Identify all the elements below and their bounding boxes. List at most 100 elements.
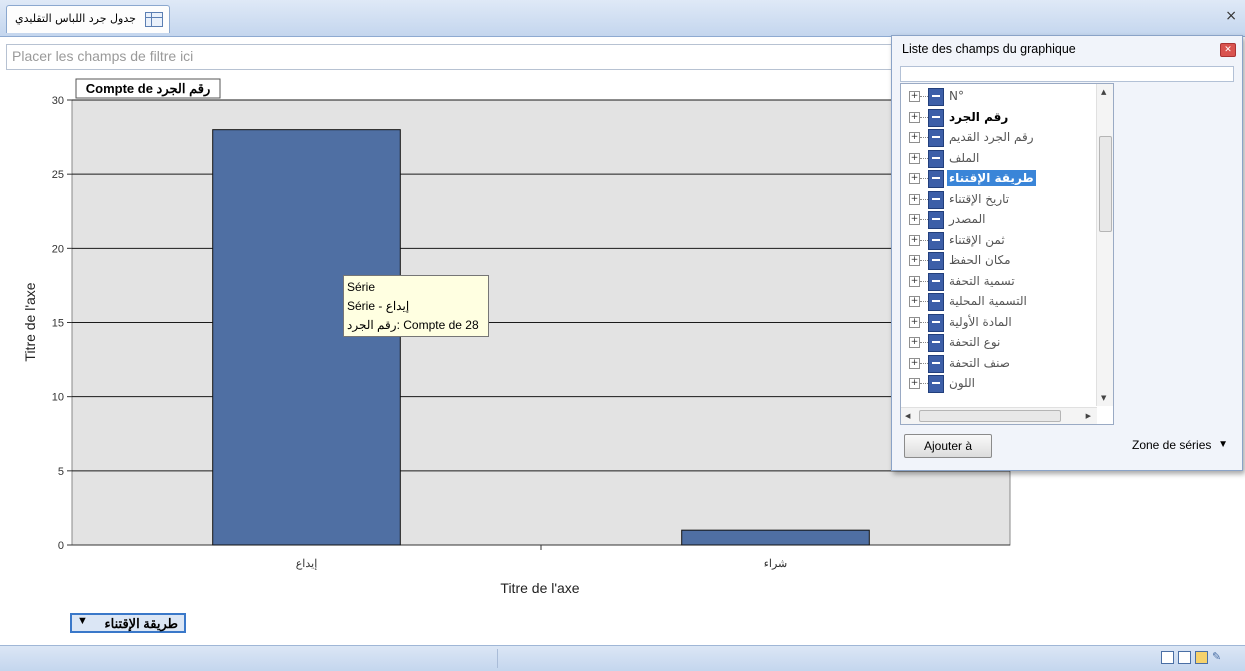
y-tick-label: 25 xyxy=(52,169,64,181)
zone-select[interactable]: Zone de séries ▼ xyxy=(1128,434,1232,456)
field-list-item[interactable]: + طريقة الإقتناء xyxy=(909,169,1099,189)
field-list-item[interactable]: + اللون xyxy=(909,374,1099,394)
field-list-item[interactable]: + صنف التحفة xyxy=(909,354,1099,374)
vertical-scroll-thumb[interactable] xyxy=(1099,136,1112,232)
field-label: المصدر xyxy=(949,212,986,226)
tree-connector xyxy=(920,239,928,241)
expand-icon[interactable]: + xyxy=(909,296,920,307)
field-list-item[interactable]: + المصدر xyxy=(909,210,1099,230)
expand-icon[interactable]: + xyxy=(909,214,920,225)
pivot-chart-view-icon[interactable] xyxy=(1195,651,1208,664)
field-list-item[interactable]: + رقم الجرد القديم xyxy=(909,128,1099,148)
field-list-title: Liste des champs du graphique xyxy=(902,42,1076,56)
tree-connector xyxy=(920,321,928,323)
status-bar: ✎ xyxy=(0,645,1245,671)
scroll-down-icon[interactable]: ▼ xyxy=(1101,394,1106,402)
add-to-button[interactable]: Ajouter à xyxy=(904,434,992,458)
tree-connector xyxy=(920,342,928,343)
y-tick-label: 10 xyxy=(52,392,64,404)
field-icon xyxy=(928,190,944,209)
tree-connector xyxy=(920,157,928,159)
zone-select-value: Zone de séries xyxy=(1132,438,1212,452)
bar[interactable] xyxy=(681,529,870,546)
tree-connector xyxy=(920,116,928,118)
y-tick-label: 20 xyxy=(52,243,64,255)
y-tick-label: 0 xyxy=(58,540,64,552)
field-list-item[interactable]: + N° xyxy=(909,87,1099,107)
expand-icon[interactable]: + xyxy=(909,111,920,123)
status-separator xyxy=(497,649,498,668)
field-icon xyxy=(928,170,944,188)
datasheet-view-icon[interactable] xyxy=(1161,651,1174,664)
y-tick-label: 15 xyxy=(52,318,64,330)
expand-icon[interactable]: + xyxy=(909,173,920,184)
field-list-panel: Liste des champs du graphique ✕ + اللون + ص… xyxy=(891,35,1243,471)
chart-title: رقم الجرد Compte de xyxy=(86,81,210,97)
y-axis-title: Titre de l'axe xyxy=(22,282,38,361)
document-tab[interactable]: جدول جرد اللباس التقليدي xyxy=(6,5,170,33)
filter-drop-zone[interactable]: Placer les champs de filtre ici xyxy=(6,44,908,70)
field-list-item[interactable]: + رقم الجرد xyxy=(909,108,1099,128)
horizontal-scrollbar[interactable]: ◀ ▶ xyxy=(901,407,1097,424)
expand-icon[interactable]: + xyxy=(909,357,920,369)
field-list-item[interactable]: + تسمية التحفة xyxy=(909,272,1099,292)
expand-icon[interactable]: + xyxy=(909,378,920,389)
scroll-up-icon[interactable]: ▲ xyxy=(1101,88,1106,96)
tooltip-value: رقم الجرد: Compte de 28 xyxy=(347,318,479,332)
scroll-left-icon[interactable]: ◀ xyxy=(905,412,910,420)
expand-icon[interactable]: + xyxy=(909,193,920,205)
horizontal-scroll-thumb[interactable] xyxy=(919,410,1061,422)
field-label: اللون xyxy=(949,376,975,390)
tooltip-series: Série xyxy=(347,280,376,294)
expand-icon[interactable]: + xyxy=(909,91,920,102)
field-label: طريقة الإقتناء xyxy=(947,170,1036,186)
y-tick-label: 30 xyxy=(52,95,64,107)
field-icon xyxy=(928,88,944,106)
expand-icon[interactable]: + xyxy=(909,255,920,266)
tree-connector xyxy=(920,362,928,364)
field-list-item[interactable]: + التسمية المحلية xyxy=(909,292,1099,312)
scroll-right-icon[interactable]: ▶ xyxy=(1086,412,1091,420)
bar[interactable] xyxy=(212,129,401,546)
field-label: N° xyxy=(949,89,964,103)
expand-icon[interactable]: + xyxy=(909,152,920,164)
pivot-table-view-icon[interactable] xyxy=(1178,651,1191,664)
expand-icon[interactable]: + xyxy=(909,337,920,348)
chart-tooltip: Série Série - إيداع رقم الجرد: Compte de… xyxy=(343,275,489,337)
field-list-item[interactable]: + المادة الأولية xyxy=(909,313,1099,333)
field-label: نوع التحفة xyxy=(949,335,1001,349)
field-label: تسمية التحفة xyxy=(949,273,1015,288)
field-icon xyxy=(928,129,944,147)
tree-connector xyxy=(920,301,928,302)
close-document-button[interactable]: × xyxy=(1225,8,1237,24)
tree-connector xyxy=(920,260,928,261)
expand-icon[interactable]: + xyxy=(909,275,920,287)
tooltip-category: Série - إيداع xyxy=(347,299,410,313)
field-icon xyxy=(928,272,944,291)
filter-zone-placeholder: Placer les champs de filtre ici xyxy=(12,48,194,64)
expand-icon[interactable]: + xyxy=(909,234,920,246)
expand-icon[interactable]: + xyxy=(909,132,920,143)
field-icon xyxy=(928,252,944,270)
tree-connector xyxy=(920,96,928,97)
field-list-item[interactable]: + ثمن الإقتناء xyxy=(909,231,1099,251)
field-list-item[interactable]: + مكان الحفظ xyxy=(909,251,1099,271)
vertical-scrollbar[interactable]: ▲ ▼ xyxy=(1096,84,1113,406)
tree-connector xyxy=(920,198,928,200)
design-view-icon[interactable]: ✎ xyxy=(1212,651,1223,662)
field-list-item[interactable]: + الملف xyxy=(909,149,1099,169)
expand-icon[interactable]: + xyxy=(909,316,920,328)
field-list[interactable]: + اللون + صنف التحفة + نوع التحفة + المادة الأو… xyxy=(900,83,1114,425)
field-label: صنف التحفة xyxy=(949,355,1010,370)
field-icon xyxy=(928,334,944,352)
document-tab-title: جدول جرد اللباس التقليدي xyxy=(15,12,136,25)
field-label: تاريخ الإقتناء xyxy=(949,191,1010,206)
field-list-item[interactable]: + تاريخ الإقتناء xyxy=(909,190,1099,210)
field-label: رقم الجرد xyxy=(949,109,1009,124)
category-field-label: طريقة الإقتناء xyxy=(104,616,178,631)
close-icon[interactable]: ✕ xyxy=(1220,43,1236,57)
category-field-dropdown[interactable]: ▼ طريقة الإقتناء xyxy=(70,613,186,633)
field-list-item[interactable]: + نوع التحفة xyxy=(909,333,1099,353)
x-tick-label: شراء xyxy=(764,558,788,570)
field-label: الملف xyxy=(949,150,980,165)
